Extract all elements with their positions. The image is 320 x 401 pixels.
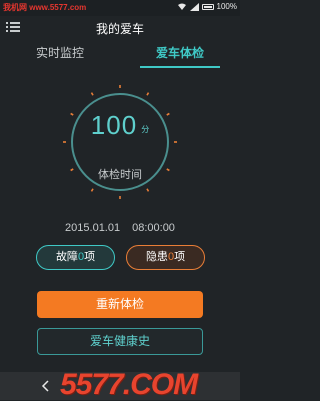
- tab-bar: 实时监控 爱车体检: [0, 40, 240, 70]
- back-icon[interactable]: [40, 380, 52, 392]
- score-unit: 分: [141, 125, 150, 135]
- hazard-count-button[interactable]: 隐患0项: [126, 245, 205, 270]
- status-icons: 100%: [177, 2, 237, 11]
- check-time: 2015.01.01 08:00:00: [0, 222, 240, 234]
- gauge-tick: [146, 188, 150, 192]
- wifi-icon: [177, 3, 186, 10]
- battery-percent: 100%: [216, 2, 237, 11]
- gauge-tick: [146, 92, 150, 96]
- hazard-label: 隐患: [145, 251, 168, 263]
- health-history-button[interactable]: 爱车健康史: [37, 328, 203, 355]
- gauge-tick: [90, 188, 94, 192]
- recheck-button[interactable]: 重新体检: [37, 291, 203, 318]
- signal-icon: [189, 2, 199, 11]
- fault-label: 故障: [55, 251, 78, 263]
- tab-car-checkup[interactable]: 爱车体检: [120, 40, 240, 70]
- score-gauge: [63, 85, 177, 199]
- check-time-label: 体检时间: [98, 169, 142, 181]
- fault-suffix: 项: [84, 251, 96, 263]
- brand-logo: 5577.COM: [60, 368, 198, 401]
- tab-label: 实时监控: [35, 46, 84, 60]
- tab-active-indicator: [140, 66, 220, 68]
- app-header: 我的爱车: [0, 16, 240, 38]
- check-clock: 08:00:00: [132, 222, 175, 234]
- score-value: 100: [90, 110, 138, 140]
- status-bar: 我机网 www.5577.com 100%: [0, 0, 240, 16]
- page-title: 我的爱车: [95, 22, 144, 36]
- score-display: 100 分: [58, 110, 182, 141]
- tab-label: 爱车体检: [155, 46, 204, 60]
- gauge-tick: [90, 92, 94, 96]
- watermark-text: 我机网 www.5577.com: [3, 3, 87, 12]
- bottom-bar: 5577.COM: [0, 368, 240, 401]
- fault-count-button[interactable]: 故障0项: [36, 245, 115, 270]
- check-date: 2015.01.01: [65, 222, 121, 234]
- battery-icon: [201, 3, 214, 10]
- tab-realtime-monitor[interactable]: 实时监控: [0, 40, 120, 70]
- hazard-suffix: 项: [174, 251, 186, 263]
